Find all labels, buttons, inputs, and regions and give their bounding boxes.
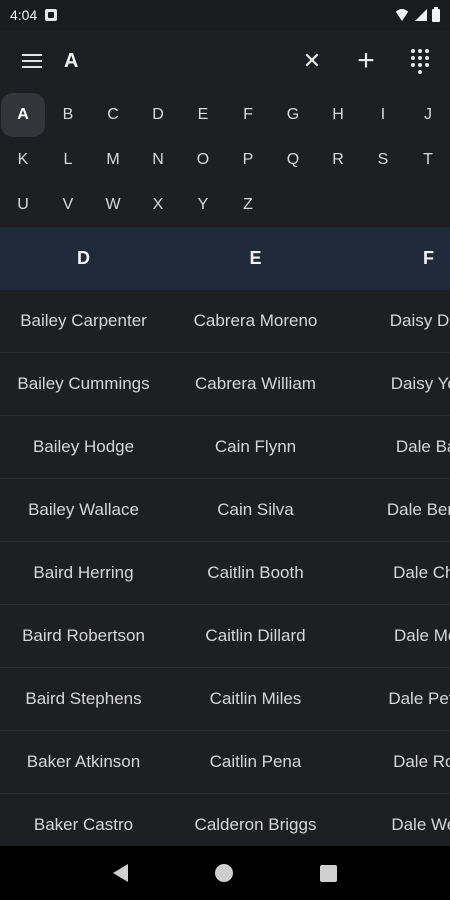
letter-i[interactable]: I — [361, 93, 405, 137]
recents-icon[interactable] — [319, 864, 337, 882]
contact-name[interactable]: Cabrera Moreno — [172, 290, 339, 352]
letter-s[interactable]: S — [361, 138, 405, 182]
contact-name[interactable]: Cabrera William — [172, 353, 339, 415]
letter-j[interactable]: J — [406, 93, 450, 137]
contact-name[interactable]: Baker Castro — [0, 794, 167, 846]
letter-w[interactable]: W — [91, 183, 135, 227]
close-icon: ✕ — [302, 48, 322, 73]
cellular-icon — [415, 9, 427, 21]
table-row: Bailey WallaceCain SilvaDale Benja — [0, 479, 450, 542]
contact-name[interactable]: Caitlin Dillard — [172, 605, 339, 667]
letter-p[interactable]: P — [226, 138, 270, 182]
table-row: Baker AtkinsonCaitlin PenaDale Roa — [0, 731, 450, 794]
table-row: Bailey CarpenterCabrera MorenoDaisy Duc — [0, 290, 450, 353]
battery-icon — [432, 6, 440, 22]
navigation-bar — [0, 846, 450, 900]
letter-q[interactable]: Q — [271, 138, 315, 182]
table-row: Baird StephensCaitlin MilesDale Peter — [0, 668, 450, 731]
letter-v[interactable]: V — [46, 183, 90, 227]
column-header-bar: DEF — [0, 227, 450, 290]
contact-name[interactable]: Daisy Duc — [345, 290, 450, 352]
wifi-icon — [394, 9, 410, 21]
contact-name[interactable]: Daisy You — [345, 353, 450, 415]
contact-name[interactable]: Baird Herring — [0, 542, 167, 604]
contact-name[interactable]: Cain Silva — [172, 479, 339, 541]
menu-button[interactable] — [12, 41, 52, 81]
letter-m[interactable]: M — [91, 138, 135, 182]
letter-l[interactable]: L — [46, 138, 90, 182]
letter-u[interactable]: U — [1, 183, 45, 227]
letter-r[interactable]: R — [316, 138, 360, 182]
contact-name[interactable]: Baird Stephens — [0, 668, 167, 730]
table-row: Baird HerringCaitlin BoothDale Che — [0, 542, 450, 605]
back-icon[interactable] — [113, 864, 129, 882]
letter-c[interactable]: C — [91, 93, 135, 137]
status-bar: 4:04 — [0, 0, 450, 30]
contact-name[interactable]: Baker Atkinson — [0, 731, 167, 793]
letter-n[interactable]: N — [136, 138, 180, 182]
column-header-e[interactable]: E — [172, 227, 339, 290]
alphabet-index: ABCDEFGHIJ KLMNOPQRST UVWXYZ — [0, 92, 450, 227]
dialpad-button[interactable] — [400, 41, 440, 81]
menu-icon — [22, 54, 42, 68]
contact-name[interactable]: Caitlin Miles — [172, 668, 339, 730]
letter-o[interactable]: O — [181, 138, 225, 182]
close-button[interactable]: ✕ — [292, 41, 332, 81]
letter-d[interactable]: D — [136, 93, 180, 137]
contact-name[interactable]: Caitlin Pena — [172, 731, 339, 793]
table-row: Baker CastroCalderon BriggsDale Wee — [0, 794, 450, 846]
letter-b[interactable]: B — [46, 93, 90, 137]
contact-name[interactable]: Baird Robertson — [0, 605, 167, 667]
contact-name[interactable]: Bailey Wallace — [0, 479, 167, 541]
contact-name[interactable]: Cain Flynn — [172, 416, 339, 478]
letter-f[interactable]: F — [226, 93, 270, 137]
letter-t[interactable]: T — [406, 138, 450, 182]
contact-grid: Bailey CarpenterCabrera MorenoDaisy DucB… — [0, 290, 450, 846]
letter-h[interactable]: H — [316, 93, 360, 137]
contact-name[interactable]: Bailey Carpenter — [0, 290, 167, 352]
column-header-d[interactable]: D — [0, 227, 167, 290]
contact-name[interactable]: Caitlin Booth — [172, 542, 339, 604]
contact-name[interactable]: Dale Benja — [345, 479, 450, 541]
status-icons — [394, 6, 440, 22]
add-icon: + — [357, 44, 375, 77]
contact-name[interactable]: Dale Peter — [345, 668, 450, 730]
contact-name[interactable]: Bailey Hodge — [0, 416, 167, 478]
letter-x[interactable]: X — [136, 183, 180, 227]
contact-name[interactable]: Dale Che — [345, 542, 450, 604]
contact-name[interactable]: Dale Wee — [345, 794, 450, 846]
letter-k[interactable]: K — [1, 138, 45, 182]
letter-e[interactable]: E — [181, 93, 225, 137]
toolbar-title: A — [64, 49, 79, 72]
status-time: 4:04 — [10, 7, 38, 23]
letter-y[interactable]: Y — [181, 183, 225, 227]
add-button[interactable]: + — [346, 41, 386, 81]
contact-name[interactable]: Dale Bat — [345, 416, 450, 478]
toolbar: A ✕ + — [0, 30, 450, 92]
notification-icon — [45, 9, 58, 21]
home-icon[interactable] — [214, 864, 233, 882]
contact-name[interactable]: Dale Roa — [345, 731, 450, 793]
contact-name[interactable]: Bailey Cummings — [0, 353, 167, 415]
contact-name[interactable]: Calderon Briggs — [172, 794, 339, 846]
contact-name[interactable]: Dale Mor — [345, 605, 450, 667]
column-header-f[interactable]: F — [345, 227, 450, 290]
table-row: Bailey CummingsCabrera WilliamDaisy You — [0, 353, 450, 416]
table-row: Bailey HodgeCain FlynnDale Bat — [0, 416, 450, 479]
letter-z[interactable]: Z — [226, 183, 270, 227]
letter-a[interactable]: A — [1, 93, 45, 137]
letter-g[interactable]: G — [271, 93, 315, 137]
dialpad-icon — [411, 48, 429, 74]
table-row: Baird RobertsonCaitlin DillardDale Mor — [0, 605, 450, 668]
